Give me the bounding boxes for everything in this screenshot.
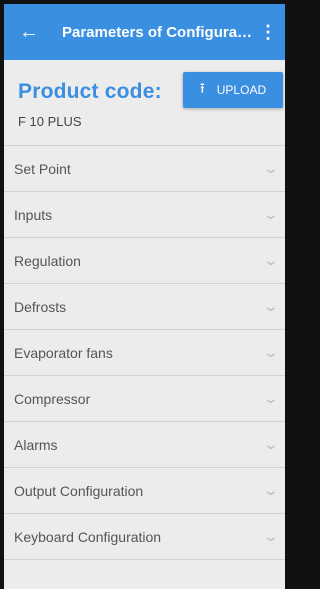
app-screen: ← Parameters of Configurat… ⋮ Product co… bbox=[4, 4, 285, 589]
section-label: Defrosts bbox=[14, 298, 67, 315]
section-label: Set Point bbox=[14, 160, 71, 177]
section-label: Output Configuration bbox=[14, 482, 144, 499]
section-defrosts[interactable]: Defrosts ⌄ bbox=[4, 284, 285, 330]
chevron-down-icon: ⌄ bbox=[262, 252, 280, 268]
section-regulation[interactable]: Regulation ⌄ bbox=[4, 238, 285, 284]
upload-button-label: UPLOAD bbox=[216, 83, 267, 97]
product-header: Product code: F 10 PLUS ⭱ UPLOAD bbox=[4, 60, 285, 145]
section-compressor[interactable]: Compressor ⌄ bbox=[4, 376, 285, 422]
chevron-down-icon: ⌄ bbox=[262, 482, 280, 498]
upload-icon: ⭱ bbox=[199, 80, 205, 96]
section-evaporator-fans[interactable]: Evaporator fans ⌄ bbox=[4, 330, 285, 376]
section-label: Alarms bbox=[14, 436, 58, 453]
chevron-down-icon: ⌄ bbox=[262, 298, 280, 314]
chevron-down-icon: ⌄ bbox=[262, 390, 280, 406]
parameter-sections-list: Set Point ⌄ Inputs ⌄ Regulation ⌄ Defros… bbox=[4, 145, 285, 560]
section-output-configuration[interactable]: Output Configuration ⌄ bbox=[4, 468, 285, 514]
chevron-down-icon: ⌄ bbox=[262, 344, 280, 360]
section-label: Compressor bbox=[14, 390, 91, 407]
more-vertical-icon[interactable]: ⋮ bbox=[257, 17, 279, 47]
chevron-down-icon: ⌄ bbox=[262, 436, 280, 452]
section-label: Regulation bbox=[14, 252, 81, 269]
upload-button[interactable]: ⭱ UPLOAD bbox=[183, 72, 283, 108]
section-alarms[interactable]: Alarms ⌄ bbox=[4, 422, 285, 468]
section-inputs[interactable]: Inputs ⌄ bbox=[4, 192, 285, 238]
chevron-down-icon: ⌄ bbox=[262, 160, 280, 176]
section-label: Inputs bbox=[14, 206, 53, 223]
section-label: Keyboard Configuration bbox=[14, 528, 162, 545]
chevron-down-icon: ⌄ bbox=[262, 528, 280, 544]
arrow-left-icon[interactable]: ← bbox=[14, 17, 44, 47]
product-code-value: F 10 PLUS bbox=[18, 114, 82, 129]
section-label: Evaporator fans bbox=[14, 344, 113, 361]
page-title: Parameters of Configurat… bbox=[62, 23, 257, 41]
app-bar: ← Parameters of Configurat… ⋮ bbox=[4, 4, 285, 60]
section-keyboard-configuration[interactable]: Keyboard Configuration ⌄ bbox=[4, 514, 285, 560]
chevron-down-icon: ⌄ bbox=[262, 206, 280, 222]
section-set-point[interactable]: Set Point ⌄ bbox=[4, 146, 285, 192]
